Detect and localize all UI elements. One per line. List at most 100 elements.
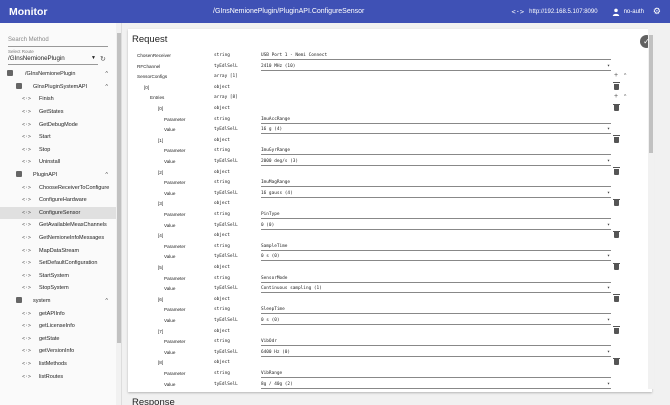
delete-icon[interactable] bbox=[613, 198, 620, 207]
method-item[interactable]: <·> StartSystem bbox=[0, 270, 116, 283]
route-select[interactable]: /GInsNemionePlugin ▼ bbox=[8, 55, 98, 65]
value-input[interactable]: ImuGyrRange bbox=[261, 147, 611, 156]
method-item[interactable]: <·> SetDefaultConfiguration bbox=[0, 257, 116, 270]
value-input[interactable]: SleepTime bbox=[261, 306, 611, 315]
value-select[interactable]: 0 s (0) bbox=[261, 317, 611, 325]
field-name: Value bbox=[164, 254, 176, 260]
server-url[interactable]: http://192.168.5.107:8090 bbox=[529, 9, 597, 15]
add-item-button[interactable]: + bbox=[614, 93, 618, 100]
request-field-row: ChosenReceiver string USB Port 1 - Nemi Co… bbox=[128, 51, 652, 62]
method-item[interactable]: <·> ConfigureHardware bbox=[0, 194, 116, 207]
method-item[interactable]: <·> getVersionInfo bbox=[0, 345, 116, 358]
chevron-up-icon[interactable]: ^ bbox=[105, 84, 108, 90]
method-item[interactable]: <·> Stop bbox=[0, 144, 116, 157]
request-field-row: Parameter string ImuMagRange bbox=[128, 178, 652, 189]
field-name: Parameter bbox=[164, 307, 186, 313]
method-item[interactable]: <·> GetAvailableMeasChannels bbox=[0, 219, 116, 232]
method-item[interactable]: <·> Uninstall bbox=[0, 156, 116, 169]
method-item[interactable]: <·> Finish bbox=[0, 93, 116, 106]
value-input[interactable]: VibOdr bbox=[261, 338, 611, 347]
method-item[interactable]: <·> getState bbox=[0, 333, 116, 346]
tree-item-label: StartSystem bbox=[39, 272, 69, 279]
field-name: [0] bbox=[158, 106, 164, 111]
method-item[interactable]: <·> Start bbox=[0, 131, 116, 144]
value-select[interactable]: 0 (0) bbox=[261, 222, 611, 230]
value-input[interactable]: SensorMode bbox=[261, 275, 611, 283]
value-input[interactable]: VibRange bbox=[261, 370, 611, 378]
method-item[interactable]: <·> ConfigureSensor bbox=[0, 206, 116, 220]
route-root-item[interactable]: /GInsNemionePlugin ^ bbox=[0, 68, 116, 81]
field-type: string bbox=[214, 243, 230, 249]
chevron-up-icon[interactable]: ^ bbox=[105, 71, 108, 77]
value-select[interactable]: 8g / 40g (2) bbox=[261, 381, 611, 389]
main-scrollbar[interactable] bbox=[648, 23, 654, 389]
field-name: SensorConfigs bbox=[137, 74, 168, 80]
collapse-button[interactable]: ^ bbox=[624, 94, 626, 100]
collapse-button[interactable]: ^ bbox=[624, 73, 626, 79]
field-type: tyEdlSelL bbox=[214, 381, 238, 387]
value-select[interactable]: 16 gauss (4) bbox=[261, 190, 611, 198]
code-icon: <·> bbox=[22, 235, 32, 242]
delete-icon[interactable] bbox=[613, 357, 620, 366]
value-input[interactable]: PinType bbox=[261, 211, 611, 219]
delete-icon[interactable] bbox=[613, 167, 620, 175]
code-icon: <·> bbox=[22, 109, 32, 116]
method-item[interactable]: <·> GetDebugMode bbox=[0, 118, 116, 131]
value-select[interactable]: 2410 MHz (10) bbox=[261, 63, 611, 71]
tree-item-label: ConfigureSensor bbox=[39, 209, 81, 216]
value-select[interactable]: 6400 Hz (0) bbox=[261, 349, 611, 357]
delete-icon[interactable] bbox=[613, 262, 620, 270]
code-icon: <·> bbox=[22, 348, 32, 355]
api-group-item[interactable]: system ^ bbox=[0, 295, 116, 308]
method-item[interactable]: <·> listMethods bbox=[0, 358, 116, 371]
tree-item-label: StopSystem bbox=[39, 285, 69, 292]
search-input[interactable]: Search Method bbox=[8, 37, 108, 47]
field-type: string bbox=[214, 275, 230, 281]
value-select[interactable]: 16 g (4) bbox=[261, 126, 611, 135]
delete-icon[interactable] bbox=[613, 294, 620, 302]
request-field-row: Entries array [8] + ^ bbox=[128, 93, 652, 104]
field-name: Entries bbox=[150, 95, 165, 101]
value-input[interactable]: SampleTime bbox=[261, 243, 611, 251]
delete-icon[interactable] bbox=[613, 103, 620, 111]
tree-item-label: GetStates bbox=[39, 109, 64, 116]
value-input[interactable]: ImuMagRange bbox=[261, 179, 611, 188]
delete-icon[interactable] bbox=[613, 230, 620, 239]
method-item[interactable]: <·> StopSystem bbox=[0, 282, 116, 295]
field-name: [4] bbox=[158, 233, 164, 239]
method-item[interactable]: <·> ChooseReceiverToConfigure bbox=[0, 181, 116, 194]
method-item[interactable]: <·> getAPIInfo bbox=[0, 307, 116, 320]
field-type: tyEdlSelL bbox=[214, 349, 238, 355]
request-field-row: Value tyEdlSelL 0 s (0) bbox=[128, 252, 652, 263]
api-group-item[interactable]: PluginAPI ^ bbox=[0, 169, 116, 182]
chevron-up-icon[interactable]: ^ bbox=[105, 298, 108, 304]
delete-icon[interactable] bbox=[613, 135, 620, 143]
auth-status[interactable]: no-auth bbox=[624, 9, 644, 15]
value-select[interactable]: Continuous sampling (1) bbox=[261, 285, 611, 294]
tree-item-label: getAPIInfo bbox=[39, 310, 65, 317]
method-item[interactable]: <·> getLicenseInfo bbox=[0, 320, 116, 333]
api-group-item[interactable]: GInsPluginSystemAPI ^ bbox=[0, 81, 116, 94]
tree-item-label: ChooseReceiverToConfigure bbox=[39, 184, 110, 191]
value-input[interactable]: USB Port 1 - Nemi Connect bbox=[261, 52, 611, 60]
value-input[interactable]: ImuAccRange bbox=[261, 116, 611, 124]
request-field-row: Parameter string ImuAccRange bbox=[128, 115, 652, 126]
code-icon: <·> bbox=[22, 260, 32, 267]
code-icon[interactable]: <·> bbox=[512, 8, 525, 16]
chevron-up-icon[interactable]: ^ bbox=[105, 172, 108, 178]
delete-icon[interactable] bbox=[613, 326, 620, 334]
delete-icon[interactable] bbox=[613, 82, 620, 90]
gear-icon[interactable]: ⚙ bbox=[653, 6, 661, 17]
value-select[interactable]: 0 s (0) bbox=[261, 253, 611, 262]
refresh-icon[interactable]: ↻ bbox=[100, 55, 106, 63]
field-name: Value bbox=[164, 318, 176, 323]
method-item[interactable]: <·> GetNemioneInfoMessages bbox=[0, 232, 116, 245]
method-item[interactable]: <·> GetStates bbox=[0, 106, 116, 119]
method-item[interactable]: <·> MapDataStream bbox=[0, 244, 116, 257]
request-title: Request bbox=[132, 34, 168, 45]
method-item[interactable]: <·> listRoutes bbox=[0, 370, 116, 383]
add-item-button[interactable]: + bbox=[614, 72, 618, 79]
field-type: object bbox=[214, 201, 230, 207]
field-type: string bbox=[214, 53, 230, 58]
value-select[interactable]: 2000 deg/s (3) bbox=[261, 158, 611, 166]
